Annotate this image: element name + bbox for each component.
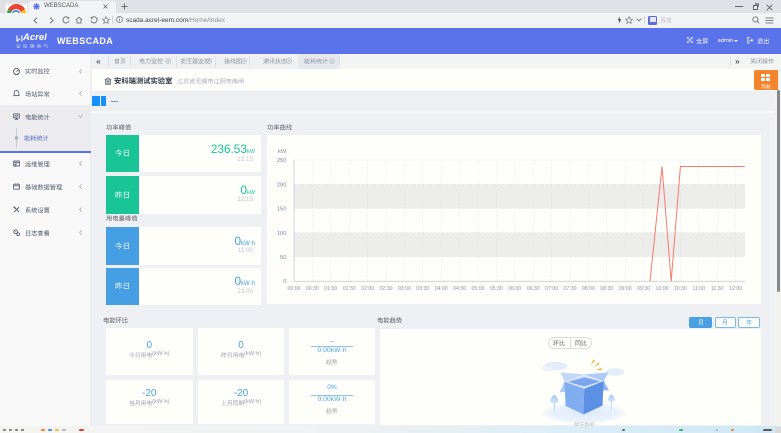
svg-text:150: 150 (277, 207, 287, 213)
svg-text:02:30: 02:30 (380, 286, 393, 292)
svg-text:07:30: 07:30 (564, 286, 577, 292)
svg-text:10:00: 10:00 (656, 286, 669, 292)
svg-text:250: 250 (277, 158, 287, 164)
svg-text:200: 200 (277, 182, 287, 188)
svg-text:04:00: 04:00 (435, 286, 448, 292)
svg-text:11:30: 11:30 (711, 286, 724, 292)
svg-text:kW: kW (278, 149, 287, 155)
svg-text:08:00: 08:00 (582, 286, 595, 292)
svg-text:00:00: 00:00 (288, 286, 301, 292)
svg-text:03:00: 03:00 (398, 286, 411, 292)
svg-text:08:30: 08:30 (600, 286, 613, 292)
svg-text:100: 100 (277, 231, 287, 237)
svg-text:05:30: 05:30 (490, 286, 503, 292)
svg-text:12:00: 12:00 (729, 286, 742, 292)
svg-text:10:30: 10:30 (674, 286, 687, 292)
svg-text:07:00: 07:00 (545, 286, 558, 292)
svg-text:01:30: 01:30 (343, 286, 356, 292)
svg-text:01:00: 01:00 (324, 286, 337, 292)
svg-text:06:30: 06:30 (527, 286, 540, 292)
svg-text:03:30: 03:30 (416, 286, 429, 292)
svg-text:06:00: 06:00 (508, 286, 521, 292)
svg-text:11:00: 11:00 (692, 286, 705, 292)
svg-text:50: 50 (280, 255, 286, 261)
svg-text:09:00: 09:00 (619, 286, 632, 292)
svg-text:00:30: 00:30 (306, 286, 319, 292)
svg-text:0: 0 (283, 279, 286, 285)
svg-text:09:30: 09:30 (637, 286, 650, 292)
svg-text:02:00: 02:00 (361, 286, 374, 292)
svg-text:04:30: 04:30 (453, 286, 466, 292)
svg-text:05:00: 05:00 (472, 286, 485, 292)
